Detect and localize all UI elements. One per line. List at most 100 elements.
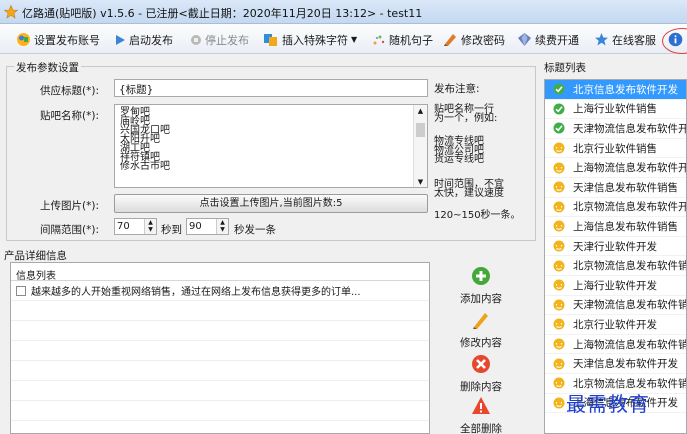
info-list-table[interactable]: 信息列表 越来越多的人开始重视网络销售，通过在网络上发布信息获得更多的订单... [10, 262, 430, 434]
delete-all-button[interactable]: 全部删除 [446, 396, 516, 434]
support-star-icon [595, 33, 608, 46]
list-item-label: 天津物流信息发布软件销 [573, 299, 687, 312]
table-row[interactable]: 越来越多的人开始重视网络销售，通过在网络上发布信息获得更多的订单... [11, 281, 429, 301]
list-item[interactable]: 上海物流信息发布软件开 [545, 158, 686, 178]
tieba-name-textarea[interactable]: 罗甸吧 庙岭吧 兴国龙口吧 太阳升吧 湖工吧 祥符镇吧 修水古市吧 ▲ ▼ [114, 104, 428, 188]
info-list-header: 信息列表 [11, 263, 429, 282]
spinner-arrows-icon[interactable]: ▲ ▼ [144, 219, 156, 234]
pending-icon [553, 181, 565, 193]
check-icon [553, 83, 565, 95]
list-item-label: 天津信息发布软件销售 [573, 181, 678, 194]
list-item-label: 北京行业软件销售 [573, 142, 657, 155]
list-item[interactable]: 北京行业软件销售 [545, 139, 686, 159]
support-label: 在线客服 [612, 33, 656, 47]
table-row-empty [11, 381, 429, 401]
pen-icon [444, 34, 456, 46]
upload-image-label: 上传图片(*): [40, 200, 99, 212]
highlight-circle [662, 28, 687, 54]
sparkle-icon [373, 35, 385, 44]
row-text: 越来越多的人开始重视网络销售，通过在网络上发布信息获得更多的订单... [31, 287, 361, 298]
list-item-label: 上海行业软件销售 [573, 103, 657, 116]
row-checkbox[interactable] [16, 285, 26, 296]
scroll-down-arrow-icon[interactable]: ▼ [414, 178, 427, 186]
list-item[interactable]: 北京物流信息发布软件销 [545, 256, 686, 276]
pencil-icon [473, 313, 488, 329]
title-list[interactable]: 北京信息发布软件开发上海行业软件销售天津物流信息发布软件开北京行业软件销售上海物… [544, 79, 687, 434]
tieba-name-line: 罗甸吧 [120, 107, 150, 118]
interval-min-spinner[interactable]: 70 ▲ ▼ [114, 218, 157, 235]
window-title: 亿路通(贴吧版) v1.5.6 - 已注册<截止日期：2020年11月20日 1… [22, 7, 423, 20]
list-item[interactable]: 北京信息发布软件开发 [545, 80, 686, 100]
stop-button[interactable]: 停止发布 [190, 31, 249, 48]
gem-icon [518, 33, 531, 46]
list-item-label: 天津信息发布软件开发 [573, 358, 678, 371]
notes-speed: 120~150秒一条。 [434, 210, 521, 221]
insert-chars-button[interactable]: 插入特殊字符 ▼ [263, 31, 357, 48]
list-item[interactable]: 天津行业软件开发 [545, 237, 686, 257]
list-item-label: 上海信息发布软件销售 [573, 220, 678, 233]
tieba-name-line: 太阳升吧 [120, 134, 160, 145]
pending-icon [553, 240, 565, 252]
renew-button[interactable]: 续费开通 [517, 31, 579, 48]
pending-icon [553, 377, 565, 389]
list-item[interactable]: 天津信息发布软件销售 [545, 178, 686, 198]
table-row-empty [11, 421, 429, 434]
list-item-label: 上海物流信息发布软件开 [573, 162, 687, 175]
random-sentence-button[interactable]: 随机句子 [372, 31, 433, 48]
plus-icon [472, 267, 490, 285]
renew-label: 续费开通 [535, 33, 579, 47]
interval-max-spinner[interactable]: 90 ▲ ▼ [186, 218, 229, 235]
start-label: 启动发布 [129, 33, 173, 47]
spinner-arrows-icon[interactable]: ▲ ▼ [216, 219, 228, 234]
upload-image-button[interactable]: 点击设置上传图片,当前图片数:5 [114, 194, 428, 213]
list-item[interactable]: 天津物流信息发布软件开 [545, 119, 686, 139]
start-button[interactable]: 启动发布 [114, 31, 173, 48]
list-item[interactable]: 北京物流信息发布软件开 [545, 198, 686, 218]
delete-content-button[interactable]: 删除内容 [446, 354, 516, 394]
list-item[interactable]: 上海物流信息发布软件销 [545, 335, 686, 355]
interval-min-value: 70 [117, 221, 130, 232]
scroll-thumb[interactable] [416, 123, 425, 137]
set-account-label: 设置发布账号 [34, 33, 100, 47]
characters-icon [264, 34, 277, 46]
warning-icon [472, 397, 490, 414]
pending-icon [553, 220, 565, 232]
tieba-name-line: 湖工吧 [120, 143, 150, 154]
change-password-button[interactable]: 修改密码 [443, 31, 505, 48]
dropdown-arrow-icon: ▼ [351, 35, 358, 44]
add-content-button[interactable]: 添加内容 [446, 266, 516, 306]
watermark: 最需教育 [566, 392, 650, 416]
title-list-heading: 标题列表 [544, 62, 586, 74]
table-row-empty [11, 301, 429, 321]
pending-icon [553, 162, 565, 174]
product-details-title: 产品详细信息 [4, 250, 67, 262]
account-icon [17, 33, 30, 46]
insert-chars-label: 插入特殊字符 [282, 33, 348, 47]
table-row-empty [11, 361, 429, 381]
list-item[interactable]: 上海行业软件销售 [545, 100, 686, 120]
list-item[interactable]: 上海行业软件开发 [545, 276, 686, 296]
supply-title-input[interactable]: {标题} [114, 79, 428, 97]
list-item-label: 天津行业软件开发 [573, 240, 657, 253]
table-row-empty [11, 341, 429, 361]
notes-heading: 发布注意: [434, 83, 480, 95]
stop-icon [191, 34, 201, 45]
delete-all-label: 全部删除 [460, 423, 502, 434]
app-star-icon [4, 5, 18, 19]
list-item[interactable]: 天津物流信息发布软件销 [545, 296, 686, 316]
list-item-label: 上海行业软件开发 [573, 279, 657, 292]
scroll-up-arrow-icon[interactable]: ▲ [414, 107, 427, 115]
interval-label: 间隔范围(*): [40, 224, 99, 236]
list-item[interactable]: 上海信息发布软件销售 [545, 217, 686, 237]
tieba-scrollbar[interactable]: ▲ ▼ [413, 105, 427, 187]
list-item-label: 北京行业软件开发 [573, 318, 657, 331]
stop-label: 停止发布 [205, 33, 249, 47]
supply-title-label: 供应标题(*): [40, 85, 99, 97]
edit-content-button[interactable]: 修改内容 [446, 310, 516, 350]
pending-icon [553, 338, 565, 350]
set-account-button[interactable]: 设置发布账号 [16, 31, 100, 48]
support-button[interactable]: 在线客服 [594, 31, 656, 48]
list-item[interactable]: 北京行业软件开发 [545, 315, 686, 335]
list-item[interactable]: 天津信息发布软件开发 [545, 354, 686, 374]
notes-example: 货运专线吧 [434, 154, 484, 165]
